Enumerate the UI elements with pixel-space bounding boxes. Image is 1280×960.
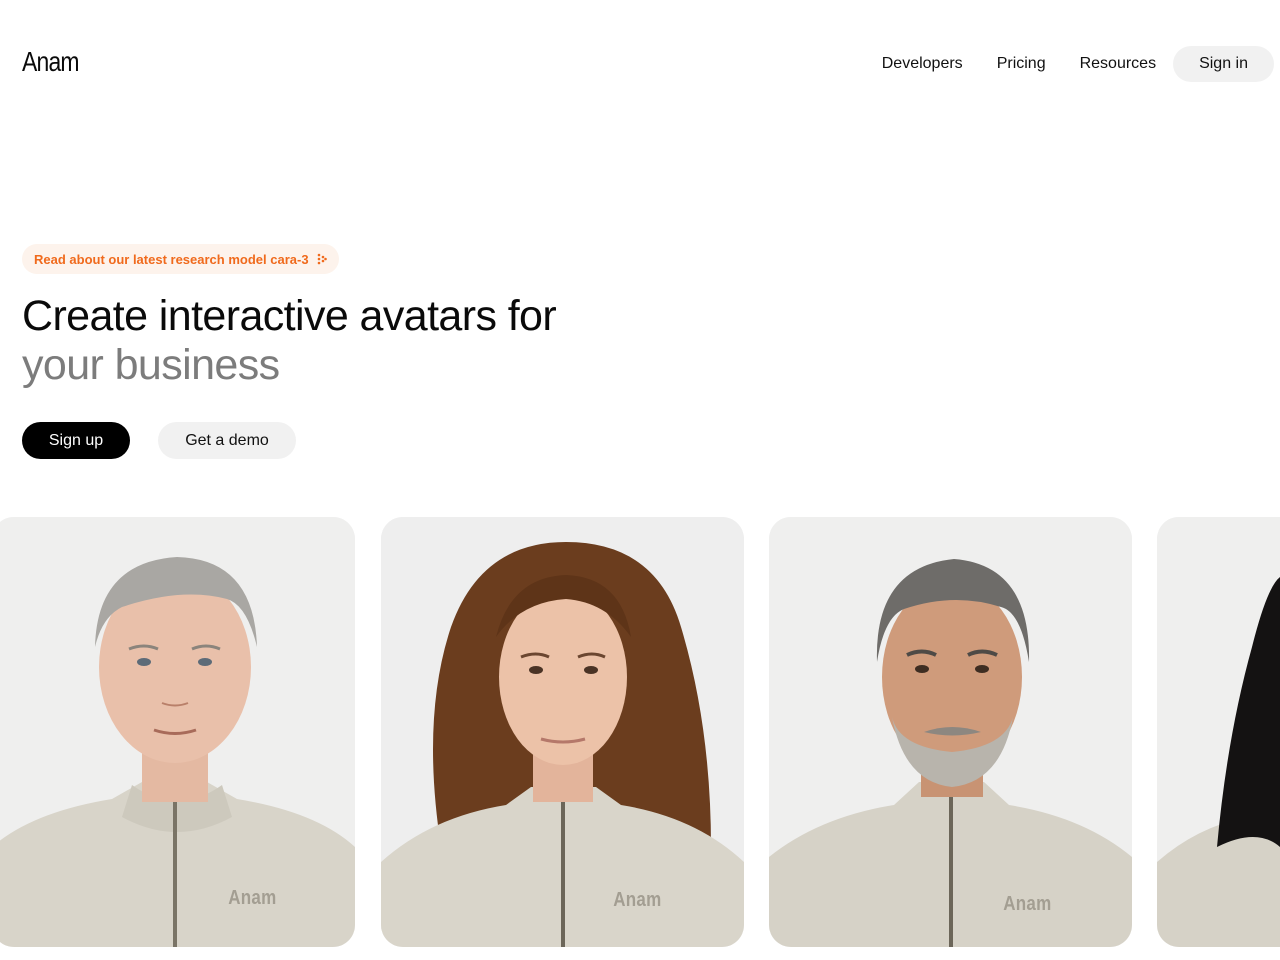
avatar-image-curly-haired-woman — [381, 517, 744, 947]
headline-line-2: your business — [22, 341, 280, 389]
avatar-card-4[interactable] — [1157, 517, 1280, 947]
sweater-logo: Anam — [613, 889, 662, 911]
nav-link-pricing[interactable]: Pricing — [980, 55, 1063, 73]
avatar-image-bearded-man — [769, 517, 1132, 947]
dots-arrow-icon — [317, 253, 327, 265]
sweater-logo: Anam — [228, 887, 277, 909]
nav-link-developers[interactable]: Developers — [865, 55, 980, 73]
announcement-pill[interactable]: Read about our latest research model car… — [22, 244, 339, 274]
sign-in-button[interactable]: Sign in — [1173, 46, 1274, 82]
avatar-card-1[interactable]: Anam — [0, 517, 355, 947]
sign-up-button[interactable]: Sign up — [22, 422, 130, 459]
avatar-card-3[interactable]: Anam — [769, 517, 1132, 947]
hero-headline: Create interactive avatars for your busi… — [22, 292, 557, 390]
avatar-image-dark-haired-woman — [1157, 517, 1280, 947]
nav-link-resources[interactable]: Resources — [1063, 55, 1173, 73]
avatar-card-2[interactable]: Anam — [381, 517, 744, 947]
headline-line-1: Create interactive avatars for — [22, 292, 557, 340]
sweater-logo: Anam — [1003, 893, 1052, 915]
avatar-image-grey-haired-man — [0, 517, 355, 947]
announcement-text: Read about our latest research model car… — [34, 251, 309, 267]
top-nav: Developers Pricing Resources Sign in — [865, 46, 1274, 82]
get-demo-button[interactable]: Get a demo — [158, 422, 296, 459]
brand-logo[interactable]: Anam — [22, 46, 80, 78]
page: Anam Developers Pricing Resources Sign i… — [0, 0, 1280, 960]
